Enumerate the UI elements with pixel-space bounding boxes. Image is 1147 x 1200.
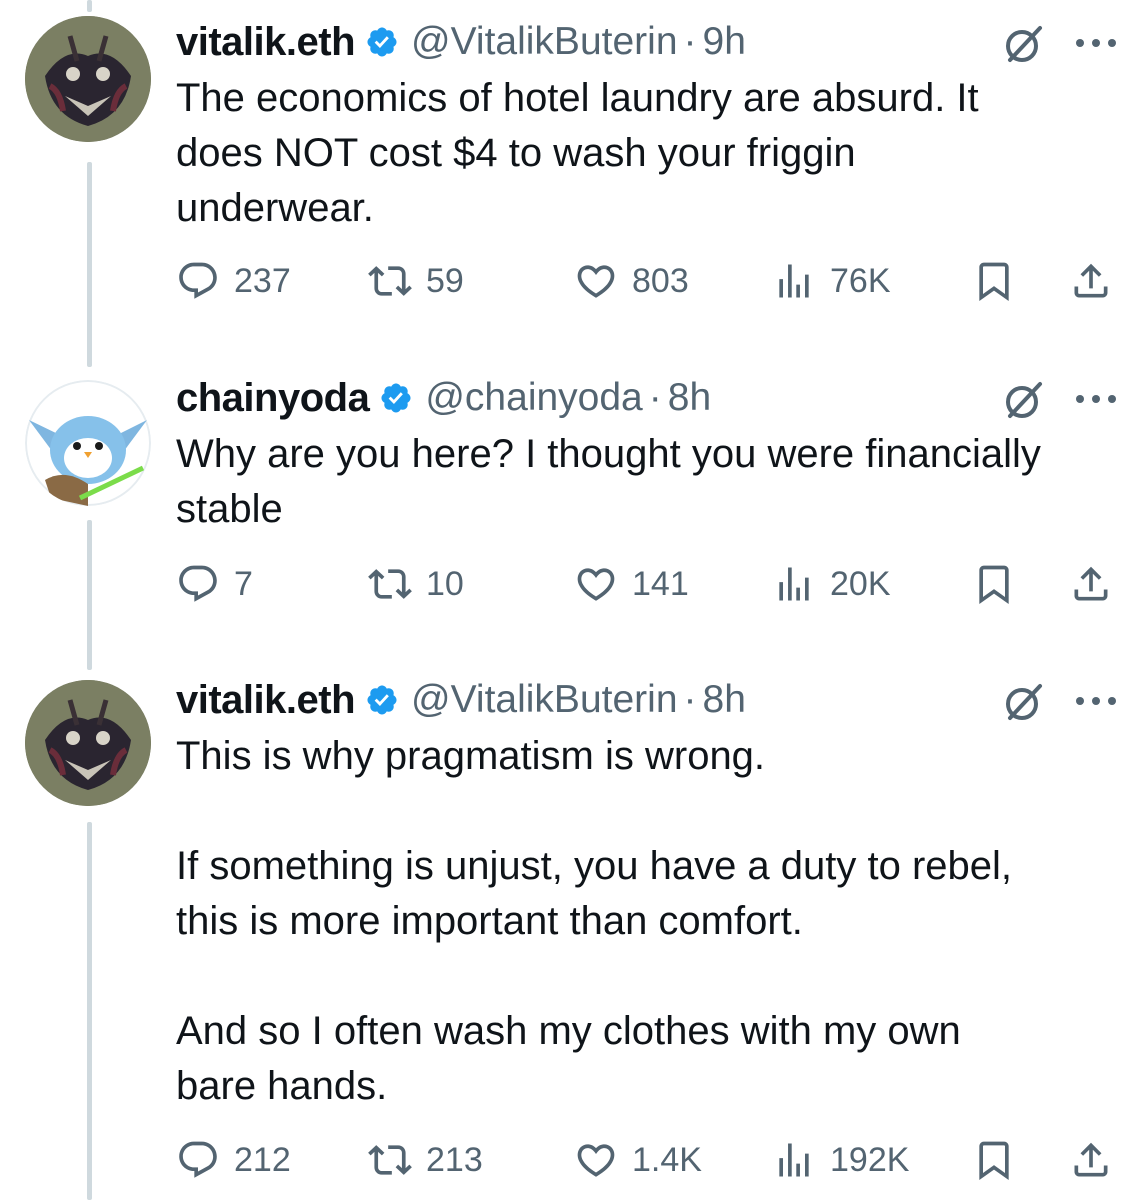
view-count: 76K bbox=[830, 261, 891, 300]
grok-icon[interactable] bbox=[1000, 22, 1044, 66]
verified-badge-icon bbox=[367, 685, 397, 715]
tweet-text: This is why pragmatism is wrong. If some… bbox=[176, 734, 1013, 1108]
tweet-text: The economics of hotel laundry are absur… bbox=[176, 76, 979, 230]
bookmark-button[interactable] bbox=[972, 554, 1016, 614]
reply-count: 7 bbox=[234, 564, 253, 603]
reply-button[interactable]: 7 bbox=[176, 554, 253, 614]
reply-icon bbox=[179, 565, 217, 602]
reply-icon bbox=[179, 262, 217, 299]
repost-button[interactable]: 213 bbox=[368, 1130, 483, 1190]
share-button[interactable] bbox=[1069, 554, 1113, 614]
handle[interactable]: @VitalikButerin bbox=[411, 20, 678, 64]
tweet[interactable]: chainyoda @chainyoda · 8h Why are you he… bbox=[0, 372, 1147, 642]
tweet-header: vitalik.eth @VitalikButerin · 9h bbox=[176, 16, 746, 68]
grok-icon[interactable] bbox=[1000, 680, 1044, 724]
like-count: 1.4K bbox=[632, 1140, 702, 1179]
reply-count: 212 bbox=[234, 1140, 291, 1179]
share-icon bbox=[1074, 566, 1108, 601]
timestamp[interactable]: 9h bbox=[703, 20, 746, 64]
thread-line bbox=[87, 0, 92, 12]
tweet-header: vitalik.eth @VitalikButerin · 8h bbox=[176, 674, 746, 726]
views-icon bbox=[779, 1143, 809, 1177]
share-button[interactable] bbox=[1069, 1130, 1113, 1190]
verified-badge-icon bbox=[367, 27, 397, 57]
like-count: 803 bbox=[632, 261, 689, 300]
reply-button[interactable]: 212 bbox=[176, 1130, 291, 1190]
reply-button[interactable]: 237 bbox=[176, 251, 291, 311]
like-count: 141 bbox=[632, 564, 689, 603]
tweet-text: Why are you here? I thought you were fin… bbox=[176, 432, 1041, 531]
separator: · bbox=[648, 376, 662, 419]
tweet[interactable]: vitalik.eth @VitalikButerin · 9h The eco… bbox=[0, 16, 1147, 316]
repost-icon bbox=[368, 569, 412, 599]
repost-count: 10 bbox=[426, 564, 464, 603]
avatar[interactable] bbox=[25, 380, 151, 506]
action-bar: 7 10 141 20K bbox=[176, 554, 1116, 614]
repost-count: 213 bbox=[426, 1140, 483, 1179]
action-bar: 212 213 1.4K 192K bbox=[176, 1130, 1116, 1190]
reply-icon bbox=[179, 1141, 217, 1178]
bookmark-icon bbox=[979, 1141, 1009, 1181]
view-count: 20K bbox=[830, 564, 891, 603]
views-icon bbox=[779, 567, 809, 601]
tweet[interactable]: vitalik.eth @VitalikButerin · 8h This is… bbox=[0, 674, 1147, 1200]
display-name[interactable]: vitalik.eth bbox=[176, 20, 356, 65]
reply-count: 237 bbox=[234, 261, 291, 300]
repost-icon bbox=[368, 266, 412, 296]
handle[interactable]: @chainyoda bbox=[425, 376, 642, 420]
display-name[interactable]: vitalik.eth bbox=[176, 678, 356, 723]
separator: · bbox=[683, 678, 697, 721]
action-bar: 237 59 803 76K bbox=[176, 251, 1116, 311]
display-name[interactable]: chainyoda bbox=[176, 376, 370, 421]
separator: · bbox=[683, 20, 697, 63]
more-icon[interactable] bbox=[1075, 696, 1117, 706]
handle[interactable]: @VitalikButerin bbox=[411, 678, 678, 722]
avatar[interactable] bbox=[25, 16, 151, 142]
more-icon[interactable] bbox=[1075, 394, 1117, 404]
like-button[interactable]: 141 bbox=[574, 554, 689, 614]
bookmark-button[interactable] bbox=[972, 1130, 1016, 1190]
like-icon bbox=[577, 1144, 615, 1177]
timestamp[interactable]: 8h bbox=[668, 376, 711, 420]
timestamp[interactable]: 8h bbox=[703, 678, 746, 722]
views-button[interactable]: 20K bbox=[772, 554, 891, 614]
bookmark-icon bbox=[979, 262, 1009, 302]
share-icon bbox=[1074, 1142, 1108, 1177]
repost-icon bbox=[368, 1145, 412, 1175]
like-button[interactable]: 1.4K bbox=[574, 1130, 702, 1190]
view-count: 192K bbox=[830, 1140, 910, 1179]
tweet-header: chainyoda @chainyoda · 8h bbox=[176, 372, 711, 424]
share-icon bbox=[1074, 263, 1108, 298]
repost-button[interactable]: 59 bbox=[368, 251, 464, 311]
repost-count: 59 bbox=[426, 261, 464, 300]
views-button[interactable]: 76K bbox=[772, 251, 891, 311]
grok-icon[interactable] bbox=[1000, 378, 1044, 422]
like-button[interactable]: 803 bbox=[574, 251, 689, 311]
repost-button[interactable]: 10 bbox=[368, 554, 464, 614]
like-icon bbox=[577, 568, 615, 601]
bookmark-icon bbox=[979, 565, 1009, 605]
bookmark-button[interactable] bbox=[972, 251, 1016, 311]
like-icon bbox=[577, 265, 615, 298]
more-icon[interactable] bbox=[1075, 38, 1117, 48]
share-button[interactable] bbox=[1069, 251, 1113, 311]
avatar[interactable] bbox=[25, 680, 151, 806]
verified-badge-icon bbox=[381, 383, 411, 413]
views-icon bbox=[779, 264, 809, 298]
views-button[interactable]: 192K bbox=[772, 1130, 909, 1190]
